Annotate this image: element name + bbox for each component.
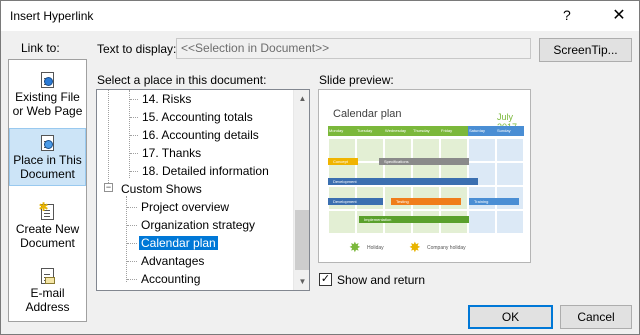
tree-item[interactable]: 18. Detailed information [142, 162, 269, 180]
slide-preview-label: Slide preview: [319, 73, 394, 87]
tree-item[interactable]: Accounting [141, 270, 200, 288]
preview-day-cell [328, 210, 356, 234]
help-button[interactable]: ? [563, 7, 571, 23]
preview-day-cell [468, 210, 496, 234]
text-to-display-label: Text to display: [97, 42, 177, 56]
tree-item-selected[interactable]: Calendar plan [139, 234, 218, 252]
preview-task-bar: Training [469, 198, 519, 205]
ok-button[interactable]: OK [468, 305, 553, 329]
link-existing-file[interactable]: Existing File or Web Page [9, 72, 86, 118]
web-page-icon [40, 72, 55, 88]
show-and-return-checkbox[interactable]: ✓ [319, 273, 332, 286]
tree-scrollbar[interactable]: ▲ ▼ [293, 90, 309, 290]
preview-day-header: Friday [440, 126, 468, 136]
preview-day-cell [468, 138, 496, 162]
preview-task-bar: Development [328, 198, 383, 205]
text-to-display-input[interactable]: <<Selection in Document>> [176, 38, 531, 59]
link-email-address[interactable]: E-mail Address [9, 268, 86, 314]
legend-holiday: Holiday [367, 245, 384, 251]
preview-task-bar: Concept [328, 158, 358, 165]
preview-task-bar: Development [328, 178, 478, 185]
preview-day-header: Thursday [412, 126, 440, 136]
tree-item[interactable]: Project overview [141, 198, 229, 216]
screentip-button[interactable]: ScreenTip... [539, 38, 632, 62]
tree-item[interactable]: 17. Thanks [142, 144, 201, 162]
tree-item[interactable]: Organization strategy [141, 216, 255, 234]
tree-item[interactable]: 14. Risks [142, 90, 191, 108]
preview-day-cell [496, 210, 524, 234]
select-place-label: Select a place in this document: [97, 73, 267, 87]
slide-preview: Calendar plan July 2017 MondayTuesdayWed… [318, 89, 531, 263]
scroll-up-icon[interactable]: ▲ [294, 90, 309, 107]
tree-item[interactable]: 16. Accounting details [142, 126, 259, 144]
place-tree[interactable]: − 14. Risks 15. Accounting totals 16. Ac… [96, 89, 310, 291]
link-to-bar: Existing File or Web Page Place in This … [8, 59, 87, 322]
insert-hyperlink-dialog: Insert Hyperlink ? ✕ Link to: Existing F… [0, 0, 640, 335]
preview-day-header: Wednesday [384, 126, 412, 136]
holiday-icon: ✸ [349, 239, 361, 255]
preview-title: Calendar plan [333, 108, 402, 120]
preview-day-cell [496, 138, 524, 162]
place-in-document-icon [40, 135, 55, 151]
show-and-return-label: Show and return [337, 273, 426, 287]
preview-task-bar: Testing [391, 198, 461, 205]
link-to-label: Link to: [21, 41, 60, 55]
link-create-new-document[interactable]: ✱ Create New Document [9, 200, 86, 250]
collapse-toggle[interactable]: − [104, 183, 113, 192]
scroll-thumb[interactable] [295, 210, 309, 270]
close-button[interactable]: ✕ [600, 4, 638, 28]
link-place-in-document[interactable]: Place in This Document [9, 128, 86, 186]
tree-item[interactable]: 15. Accounting totals [142, 108, 253, 126]
new-document-icon: ✱ [39, 200, 55, 220]
preview-task-bar: Implementation [359, 216, 469, 223]
tree-item-custom-shows[interactable]: Custom Shows [121, 180, 202, 198]
preview-task-bar: Specifications [379, 158, 469, 165]
title-bar: Insert Hyperlink ? ✕ [1, 1, 639, 31]
preview-day-header: Tuesday [356, 126, 384, 136]
preview-day-cell [496, 162, 524, 186]
email-icon [40, 268, 55, 284]
dialog-title: Insert Hyperlink [10, 9, 94, 23]
legend-company-holiday: Company holiday [427, 245, 466, 251]
preview-day-header: Monday [328, 126, 356, 136]
cancel-button[interactable]: Cancel [560, 305, 632, 329]
tree-item[interactable]: Advantages [141, 252, 204, 270]
preview-day-header: Saturday [468, 126, 496, 136]
preview-day-header: Sunday [496, 126, 524, 136]
company-holiday-icon: ✸ [409, 239, 421, 255]
scroll-down-icon[interactable]: ▼ [294, 273, 309, 290]
